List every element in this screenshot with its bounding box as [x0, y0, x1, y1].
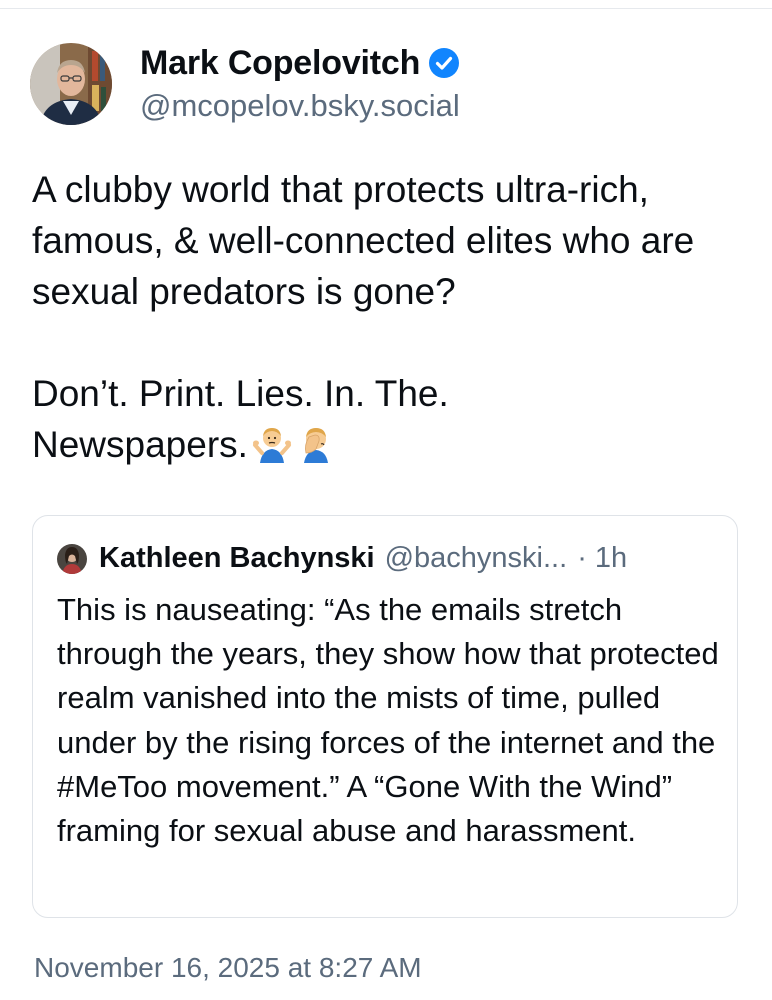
post-text-paragraph-1: A clubby world that protects ultra-rich,… — [32, 169, 695, 312]
post-text-paragraph-2-line-2: Newspapers. — [32, 424, 248, 465]
post-timestamp: November 16, 2025 at 8:27 AM — [34, 952, 422, 983]
author-avatar[interactable] — [30, 43, 112, 125]
quoted-post-time: · 1h — [577, 542, 628, 574]
quoted-post-header: Kathleen Bachynski @bachynski... · 1h — [57, 542, 717, 575]
author-handle[interactable]: @mcopelov.bsky.social — [140, 86, 460, 126]
quoted-author-avatar[interactable] — [57, 543, 87, 574]
verified-badge-icon — [428, 47, 460, 79]
quoted-author-handle[interactable]: @bachynski... — [385, 542, 568, 575]
author-name-row: Mark Copelovitch — [140, 42, 460, 84]
post-text: A clubby world that protects ultra-rich,… — [32, 164, 744, 476]
person-shrugging-emoji-icon — [252, 423, 292, 476]
quoted-post-card[interactable]: Kathleen Bachynski @bachynski... · 1h Th… — [32, 515, 738, 918]
face-palm-emoji-icon — [296, 423, 336, 476]
post-text-paragraph-2-line-1: Don’t. Print. Lies. In. The. — [32, 373, 449, 414]
top-divider — [0, 8, 772, 9]
quoted-post-text: This is nauseating: “As the emails stret… — [57, 592, 719, 849]
author-meta: Mark Copelovitch @mcopelov.bsky.social — [140, 42, 460, 126]
post-text-paragraph-2-line-2-row: Newspapers. — [32, 419, 744, 476]
quoted-author-name[interactable]: Kathleen Bachynski — [99, 542, 375, 575]
author-name[interactable]: Mark Copelovitch — [140, 42, 420, 84]
quoted-author-avatar-image — [57, 543, 87, 574]
post-header: Mark Copelovitch @mcopelov.bsky.social — [30, 42, 460, 126]
author-avatar-image — [30, 43, 112, 125]
